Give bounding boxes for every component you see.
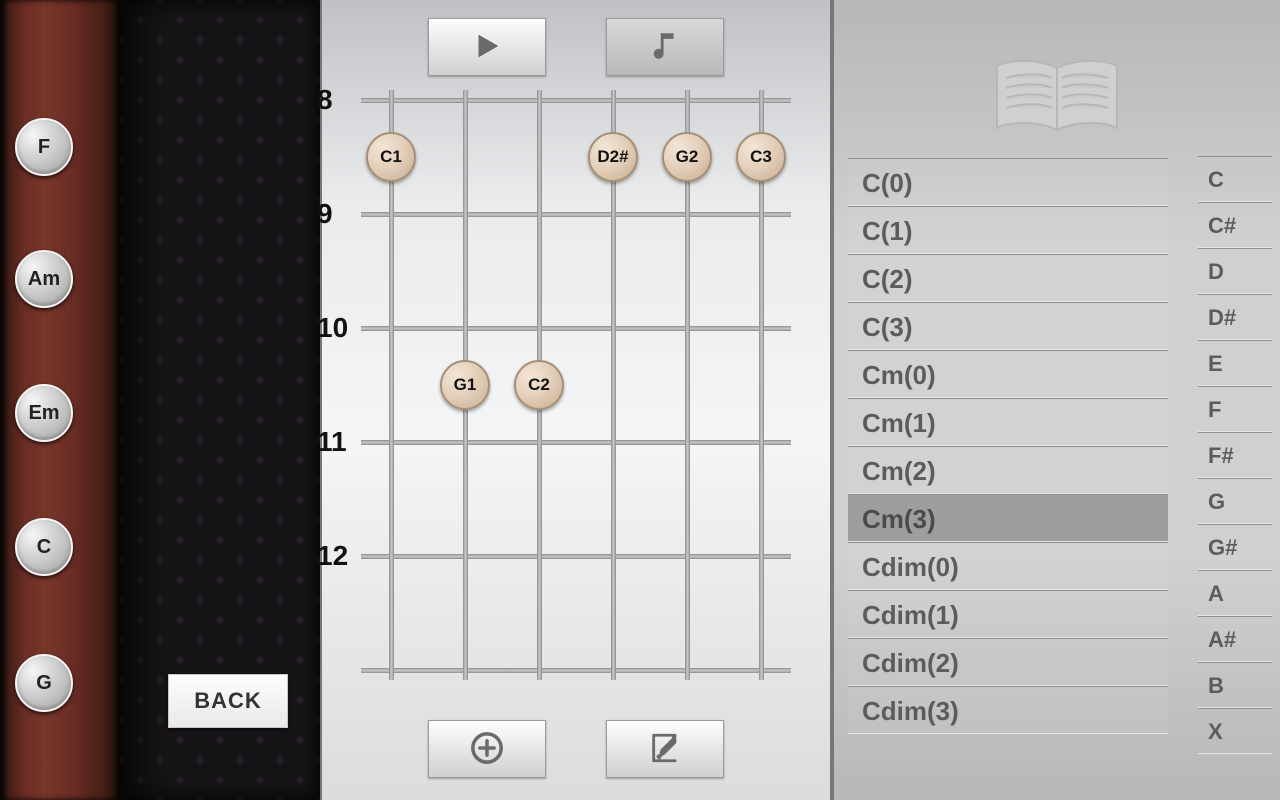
fret-number: 9 bbox=[317, 198, 333, 230]
key-row[interactable]: D bbox=[1198, 248, 1272, 294]
chord-preset-button[interactable]: Em bbox=[15, 384, 73, 442]
plus-circle-icon bbox=[470, 731, 504, 768]
chord-variant-row[interactable]: Cm(3) bbox=[848, 494, 1168, 542]
fret-dot[interactable]: C2 bbox=[514, 360, 564, 410]
chord-preset-button[interactable]: Am bbox=[15, 250, 73, 308]
fret-number: 12 bbox=[317, 540, 348, 572]
song-mode-button[interactable] bbox=[606, 18, 724, 76]
chord-preset-button[interactable]: F bbox=[15, 118, 73, 176]
key-list: CC#DD#EFF#GG#AA#BX bbox=[1198, 156, 1272, 754]
fret-dot[interactable]: G1 bbox=[440, 360, 490, 410]
chord-variant-list: C(0)C(1)C(2)C(3)Cm(0)Cm(1)Cm(2)Cm(3)Cdim… bbox=[848, 158, 1168, 734]
fret-dot[interactable]: G2 bbox=[662, 132, 712, 182]
left-panel: F Am Em C G BACK bbox=[0, 0, 320, 800]
chord-book-icon bbox=[992, 58, 1122, 141]
center-panel: 8 9 10 11 12 C1 D2# G2 C3 G1 C2 bbox=[320, 0, 832, 800]
center-bottom-toolbar bbox=[428, 720, 724, 778]
key-row[interactable]: G# bbox=[1198, 524, 1272, 570]
music-note-icon bbox=[648, 29, 682, 66]
edit-note-icon bbox=[648, 731, 682, 768]
back-button[interactable]: BACK bbox=[168, 674, 288, 728]
right-panel: C(0)C(1)C(2)C(3)Cm(0)Cm(1)Cm(2)Cm(3)Cdim… bbox=[832, 0, 1280, 800]
key-row[interactable]: G bbox=[1198, 478, 1272, 524]
chord-variant-row[interactable]: C(3) bbox=[848, 302, 1168, 350]
key-row[interactable]: B bbox=[1198, 662, 1272, 708]
chord-variant-row[interactable]: Cm(0) bbox=[848, 350, 1168, 398]
fret-dot[interactable]: C1 bbox=[366, 132, 416, 182]
key-row[interactable]: X bbox=[1198, 708, 1272, 754]
chord-variant-row[interactable]: Cdim(2) bbox=[848, 638, 1168, 686]
chord-variant-row[interactable]: C(2) bbox=[848, 254, 1168, 302]
fret-number: 11 bbox=[317, 426, 347, 458]
string-lines bbox=[361, 90, 791, 680]
edit-button[interactable] bbox=[606, 720, 724, 778]
key-row[interactable]: C bbox=[1198, 156, 1272, 202]
fret-number: 10 bbox=[317, 312, 348, 344]
chord-variant-row[interactable]: Cdim(0) bbox=[848, 542, 1168, 590]
chord-variant-row[interactable]: Cm(1) bbox=[848, 398, 1168, 446]
center-toolbar bbox=[428, 18, 724, 76]
chord-variant-row[interactable]: C(1) bbox=[848, 206, 1168, 254]
fret-dot[interactable]: C3 bbox=[736, 132, 786, 182]
key-row[interactable]: F# bbox=[1198, 432, 1272, 478]
fret-number: 8 bbox=[317, 84, 333, 116]
chord-preset-button[interactable]: C bbox=[15, 518, 73, 576]
chord-variant-row[interactable]: Cdim(3) bbox=[848, 686, 1168, 734]
key-row[interactable]: A# bbox=[1198, 616, 1272, 662]
chord-preset-button[interactable]: G bbox=[15, 654, 73, 712]
play-icon bbox=[470, 29, 504, 66]
chord-variant-row[interactable]: C(0) bbox=[848, 158, 1168, 206]
add-button[interactable] bbox=[428, 720, 546, 778]
key-row[interactable]: C# bbox=[1198, 202, 1272, 248]
key-row[interactable]: D# bbox=[1198, 294, 1272, 340]
play-button[interactable] bbox=[428, 18, 546, 76]
chord-variant-row[interactable]: Cdim(1) bbox=[848, 590, 1168, 638]
fret-dot[interactable]: D2# bbox=[588, 132, 638, 182]
key-row[interactable]: E bbox=[1198, 340, 1272, 386]
key-row[interactable]: F bbox=[1198, 386, 1272, 432]
fretboard: 89101112 C1D2#G2C3G1C2 bbox=[361, 90, 791, 680]
chord-variant-row[interactable]: Cm(2) bbox=[848, 446, 1168, 494]
key-row[interactable]: A bbox=[1198, 570, 1272, 616]
